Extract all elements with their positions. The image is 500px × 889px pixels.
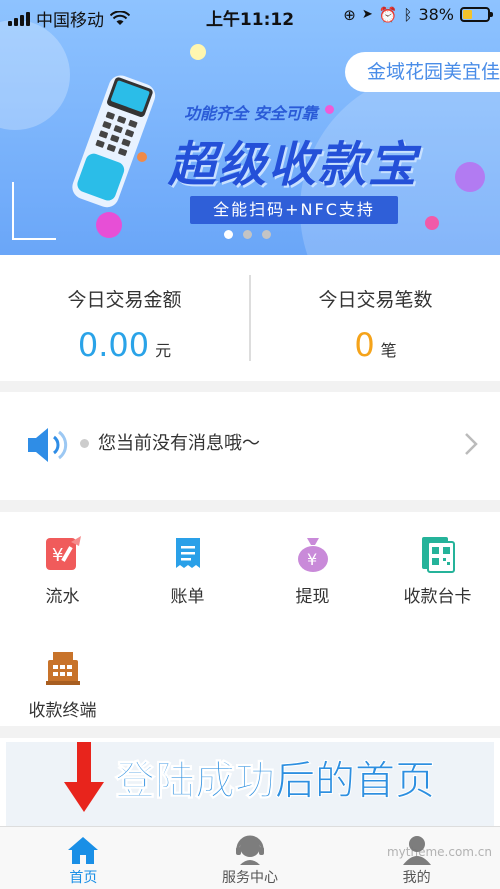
grid-item-bill[interactable]: 账单 — [125, 534, 250, 607]
banner-carousel[interactable]: 中国移动 上午11:12 ⊕ ➤ ⏰ ᛒ 38% 金域花园美宜佳 功能齐全 安全… — [0, 0, 500, 255]
ledger-icon: ¥ — [45, 536, 81, 570]
battery-percent: 38% — [418, 5, 454, 24]
grid-item-terminal[interactable]: 收款终端 — [0, 648, 125, 721]
tab-service-center[interactable]: 服务中心 — [167, 827, 334, 889]
today-count-value: 0 — [354, 326, 375, 364]
speaker-icon — [28, 428, 68, 462]
carousel-dot[interactable] — [262, 230, 271, 239]
notice-bullet — [80, 439, 89, 448]
banner-title: 超级收款宝 — [168, 137, 419, 193]
banner-decoration — [190, 44, 206, 60]
function-grid: ¥ 流水 账单 ¥ 提现 收款台卡 收款终端 — [0, 512, 500, 726]
today-count-stat[interactable]: 今日交易笔数 0笔 — [251, 255, 500, 381]
grid-item-label: 流水 — [45, 587, 80, 607]
banner-tagline: 功能齐全 安全可靠 — [184, 104, 318, 123]
grid-item-ledger[interactable]: ¥ 流水 — [0, 534, 125, 607]
screen-rotation-lock-icon: ⊕ — [343, 5, 356, 24]
money-bag-icon: ¥ — [297, 538, 328, 572]
pos-terminal-illustration — [72, 75, 156, 208]
bluetooth-icon: ᛒ — [403, 5, 413, 24]
tab-home[interactable]: 首页 — [0, 827, 167, 889]
banner-subtitle: 全能扫码+NFC支持 — [190, 196, 398, 224]
banner-decoration — [96, 212, 122, 238]
arrow-down-icon — [64, 742, 104, 812]
service-agent-icon — [236, 835, 264, 865]
tab-label: 我的 — [402, 870, 431, 886]
today-count-label: 今日交易笔数 — [318, 289, 433, 311]
today-stats-panel: 今日交易金额 0.00 元 今日交易笔数 0笔 — [0, 255, 500, 381]
today-amount-stat[interactable]: 今日交易金额 0.00 元 — [0, 255, 249, 381]
tab-label: 服务中心 — [222, 870, 278, 886]
status-bar: 中国移动 上午11:12 ⊕ ➤ ⏰ ᛒ 38% — [0, 0, 500, 32]
grid-item-label: 收款终端 — [28, 701, 97, 721]
banner-decoration — [325, 105, 334, 114]
carousel-dot[interactable] — [224, 230, 233, 239]
today-amount-value: 0.00 — [77, 326, 150, 364]
chevron-right-icon — [465, 433, 478, 455]
promo-title-bold: 登陆成功 — [115, 758, 276, 805]
grid-item-label: 提现 — [295, 587, 330, 607]
home-icon — [68, 837, 99, 864]
battery-icon — [460, 7, 493, 22]
promo-title-rest: 后的首页 — [275, 758, 436, 805]
bill-icon — [175, 538, 200, 568]
grid-item-label: 收款台卡 — [403, 587, 472, 607]
grid-item-label: 账单 — [170, 587, 205, 607]
watermark: mytheme.com.cn — [386, 845, 492, 859]
banner-decoration — [455, 162, 485, 192]
promo-title: 登陆成功后的首页 — [115, 748, 436, 806]
carousel-dot[interactable] — [243, 230, 252, 239]
tab-label: 首页 — [69, 870, 98, 886]
svg-text:¥: ¥ — [52, 545, 63, 566]
grid-item-qr-card[interactable]: 收款台卡 — [375, 534, 500, 607]
store-name-badge[interactable]: 金域花园美宜佳 — [345, 52, 500, 92]
svg-text:¥: ¥ — [307, 550, 317, 569]
banner-decoration — [425, 216, 439, 230]
promo-banner[interactable]: 登陆成功后的首页 — [0, 738, 500, 826]
grid-item-withdraw[interactable]: ¥ 提现 — [250, 534, 375, 607]
carousel-indicator[interactable] — [224, 230, 271, 239]
qr-card-icon — [421, 537, 455, 573]
alarm-icon: ⏰ — [378, 5, 398, 24]
today-amount-unit: 元 — [155, 341, 172, 360]
today-amount-label: 今日交易金额 — [67, 289, 182, 311]
notice-text: 您当前没有消息哦～ — [98, 433, 260, 454]
message-notice-bar[interactable]: 您当前没有消息哦～ — [0, 392, 500, 500]
today-count-unit: 笔 — [380, 341, 397, 360]
cash-register-icon — [45, 652, 80, 685]
location-icon: ➤ — [361, 7, 373, 22]
